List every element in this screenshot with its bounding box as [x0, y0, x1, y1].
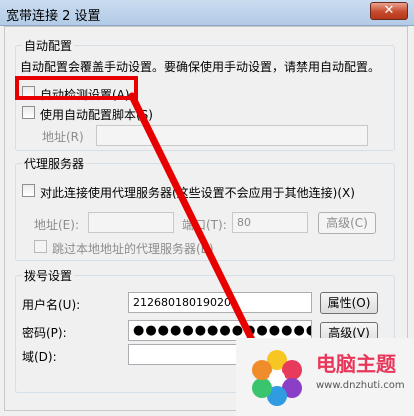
watermark-text: 电脑主题 [316, 352, 396, 376]
watermark-url: www.dnzhuti.com [316, 380, 405, 391]
watermark-logo-icon [252, 350, 302, 406]
watermark: 电脑主题 www.dnzhuti.com [236, 338, 414, 416]
